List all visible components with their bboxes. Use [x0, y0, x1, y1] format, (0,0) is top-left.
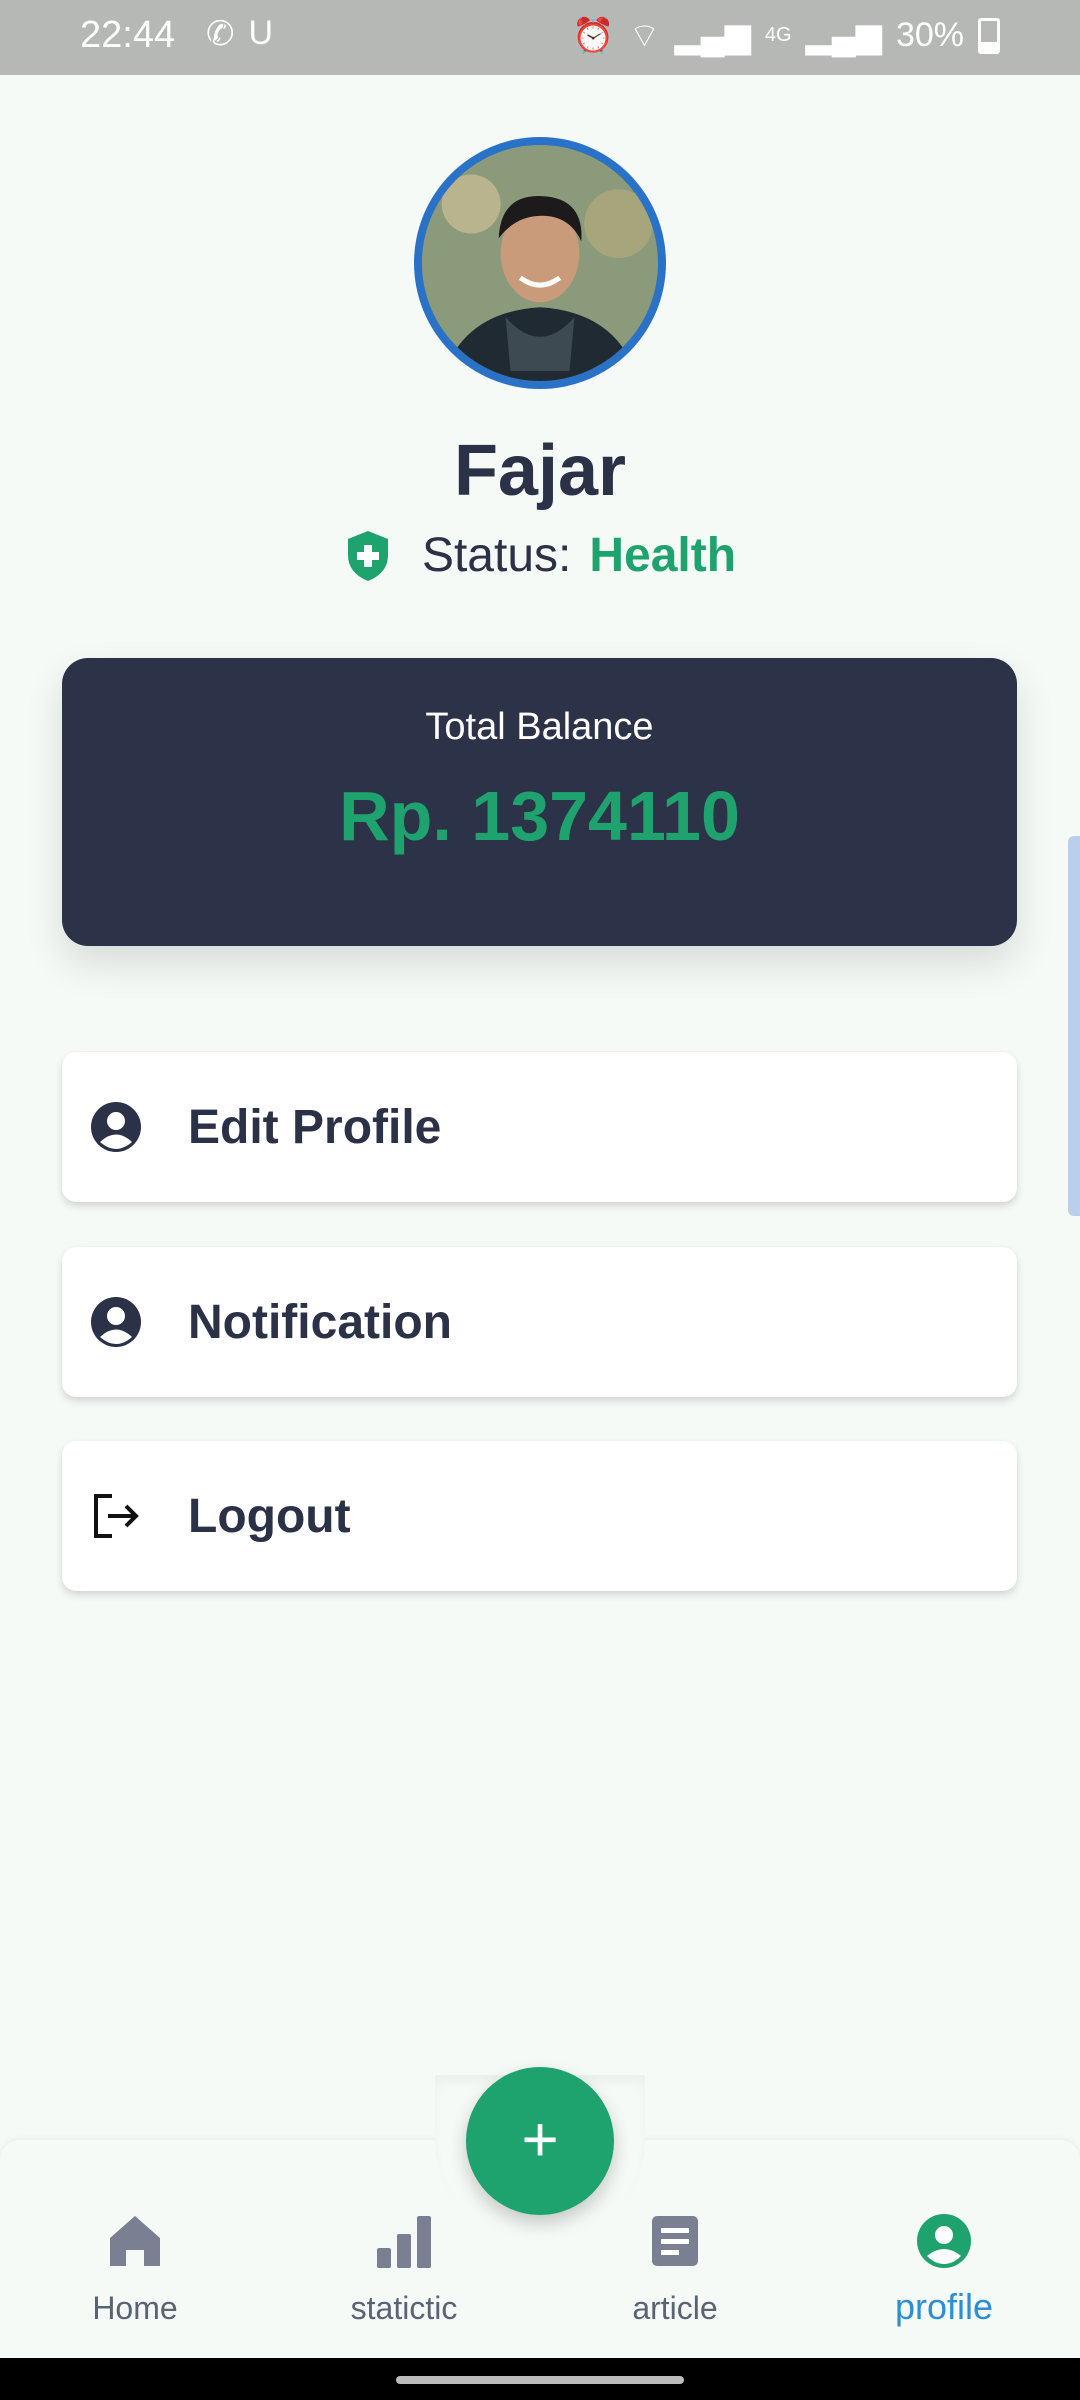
- status-right-icons: ⏰ ⌔ ▂▄▆ 4G ▂▄▆ 30%: [572, 14, 1000, 57]
- bar-chart-icon: [377, 2216, 431, 2268]
- network-type: 4G: [764, 24, 792, 46]
- nav-home[interactable]: Home: [35, 2210, 235, 2327]
- user-circle-icon: [91, 1297, 141, 1347]
- user-circle-icon: [91, 1102, 141, 1152]
- home-icon: [110, 2216, 160, 2266]
- notification-label: Notification: [188, 1295, 452, 1349]
- user-circle-icon: [917, 2214, 971, 2268]
- logout-icon: [94, 1494, 139, 1538]
- nav-statictic[interactable]: statictic: [304, 2210, 504, 2327]
- status-time: 22:44: [80, 14, 176, 56]
- health-status: Status: Health: [0, 528, 1080, 583]
- article-icon: [652, 2216, 698, 2266]
- home-gesture-handle[interactable]: [396, 2376, 684, 2384]
- battery-percent: 30%: [895, 16, 964, 54]
- balance-card: Total Balance Rp. 1374110: [62, 658, 1017, 946]
- battery-icon: [978, 17, 1000, 54]
- notification-button[interactable]: Notification: [62, 1247, 1017, 1397]
- logout-button[interactable]: Logout: [62, 1441, 1017, 1591]
- status-bar: 22:44 ✆ U ⏰ ⌔ ▂▄▆ 4G ▂▄▆ 30%: [0, 0, 1080, 75]
- nav-statictic-label: statictic: [350, 2290, 458, 2326]
- status-label: Status:: [421, 529, 572, 582]
- status-value: Health: [589, 529, 737, 582]
- shield-icon: [347, 530, 388, 581]
- nav-profile-label: profile: [894, 2286, 994, 2327]
- nav-article-label: article: [632, 2290, 718, 2326]
- avatar-photo: [422, 145, 658, 381]
- wifi-icon: ⌔: [628, 17, 661, 55]
- alarm-icon: ⏰: [572, 16, 615, 55]
- balance-value: Rp. 1374110: [339, 777, 740, 855]
- balance-label: Total Balance: [425, 706, 654, 748]
- nav-article[interactable]: article: [575, 2210, 775, 2327]
- signal-icon-2: ▂▄▆: [805, 16, 882, 55]
- add-button[interactable]: +: [466, 2067, 614, 2215]
- logout-label: Logout: [188, 1489, 351, 1543]
- avatar-illustration: [422, 145, 658, 381]
- scrollbar[interactable]: [1068, 836, 1080, 1216]
- nav-home-label: Home: [92, 2290, 178, 2326]
- signal-icon: ▂▄▆: [674, 16, 751, 55]
- user-name: Fajar: [453, 431, 627, 511]
- avatar[interactable]: [414, 137, 666, 389]
- whatsapp-icon: ✆: [206, 15, 235, 53]
- edit-profile-label: Edit Profile: [188, 1100, 442, 1154]
- u-icon: U: [248, 14, 274, 52]
- status-left-icons: ✆ U: [206, 14, 273, 54]
- edit-profile-button[interactable]: Edit Profile: [62, 1052, 1017, 1202]
- nav-profile[interactable]: profile: [844, 2210, 1044, 2328]
